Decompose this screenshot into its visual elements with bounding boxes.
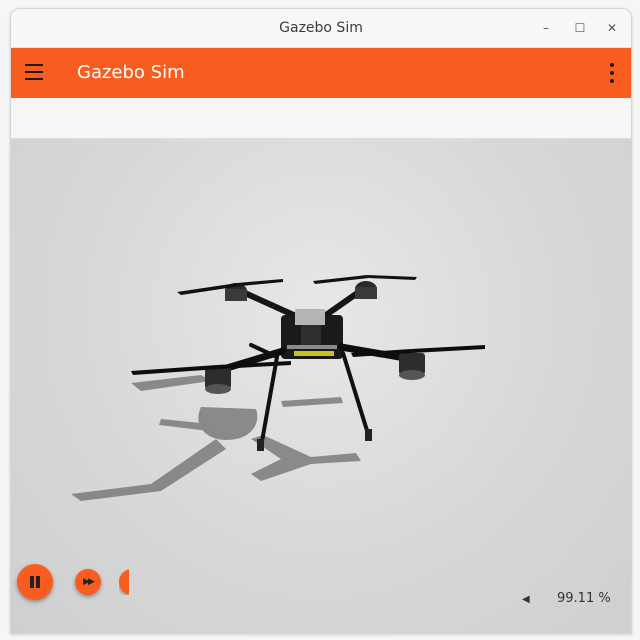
kebab-menu-icon[interactable] — [609, 63, 615, 83]
close-button[interactable]: ✕ — [603, 19, 621, 37]
minimize-button[interactable]: – — [537, 19, 555, 37]
step-button[interactable]: ▶▶ — [75, 569, 101, 595]
toolbar-strip — [11, 98, 631, 139]
drone-rear-props — [177, 275, 417, 295]
scene-viewport[interactable]: ▶▶ ◀ 99.11 % — [11, 139, 631, 633]
drone-body — [281, 309, 343, 359]
minimize-icon: – — [543, 21, 549, 35]
pause-icon — [29, 576, 41, 588]
maximize-icon: ☐ — [574, 21, 586, 35]
play-pause-button[interactable] — [17, 564, 53, 600]
app-bar: Gazebo Sim — [11, 48, 631, 98]
drone-scene — [71, 275, 485, 501]
collapsed-control-button[interactable] — [119, 569, 129, 595]
app-title: Gazebo Sim — [77, 62, 185, 83]
app-window: Gazebo Sim – ☐ ✕ Gazebo Sim ▶▶ ◀ 99.11 % — [10, 8, 632, 634]
window-titlebar[interactable]: Gazebo Sim – ☐ ✕ — [11, 9, 631, 48]
fast-forward-icon: ▶▶ — [83, 577, 95, 587]
close-icon: ✕ — [606, 21, 618, 35]
real-time-factor: 99.11 % — [557, 591, 611, 606]
drone-landing-legs — [249, 343, 371, 449]
chevron-left-icon[interactable]: ◀ — [522, 594, 530, 605]
maximize-button[interactable]: ☐ — [571, 19, 589, 37]
collapsed-button-clip — [119, 569, 129, 595]
hamburger-menu-icon[interactable] — [25, 64, 43, 80]
